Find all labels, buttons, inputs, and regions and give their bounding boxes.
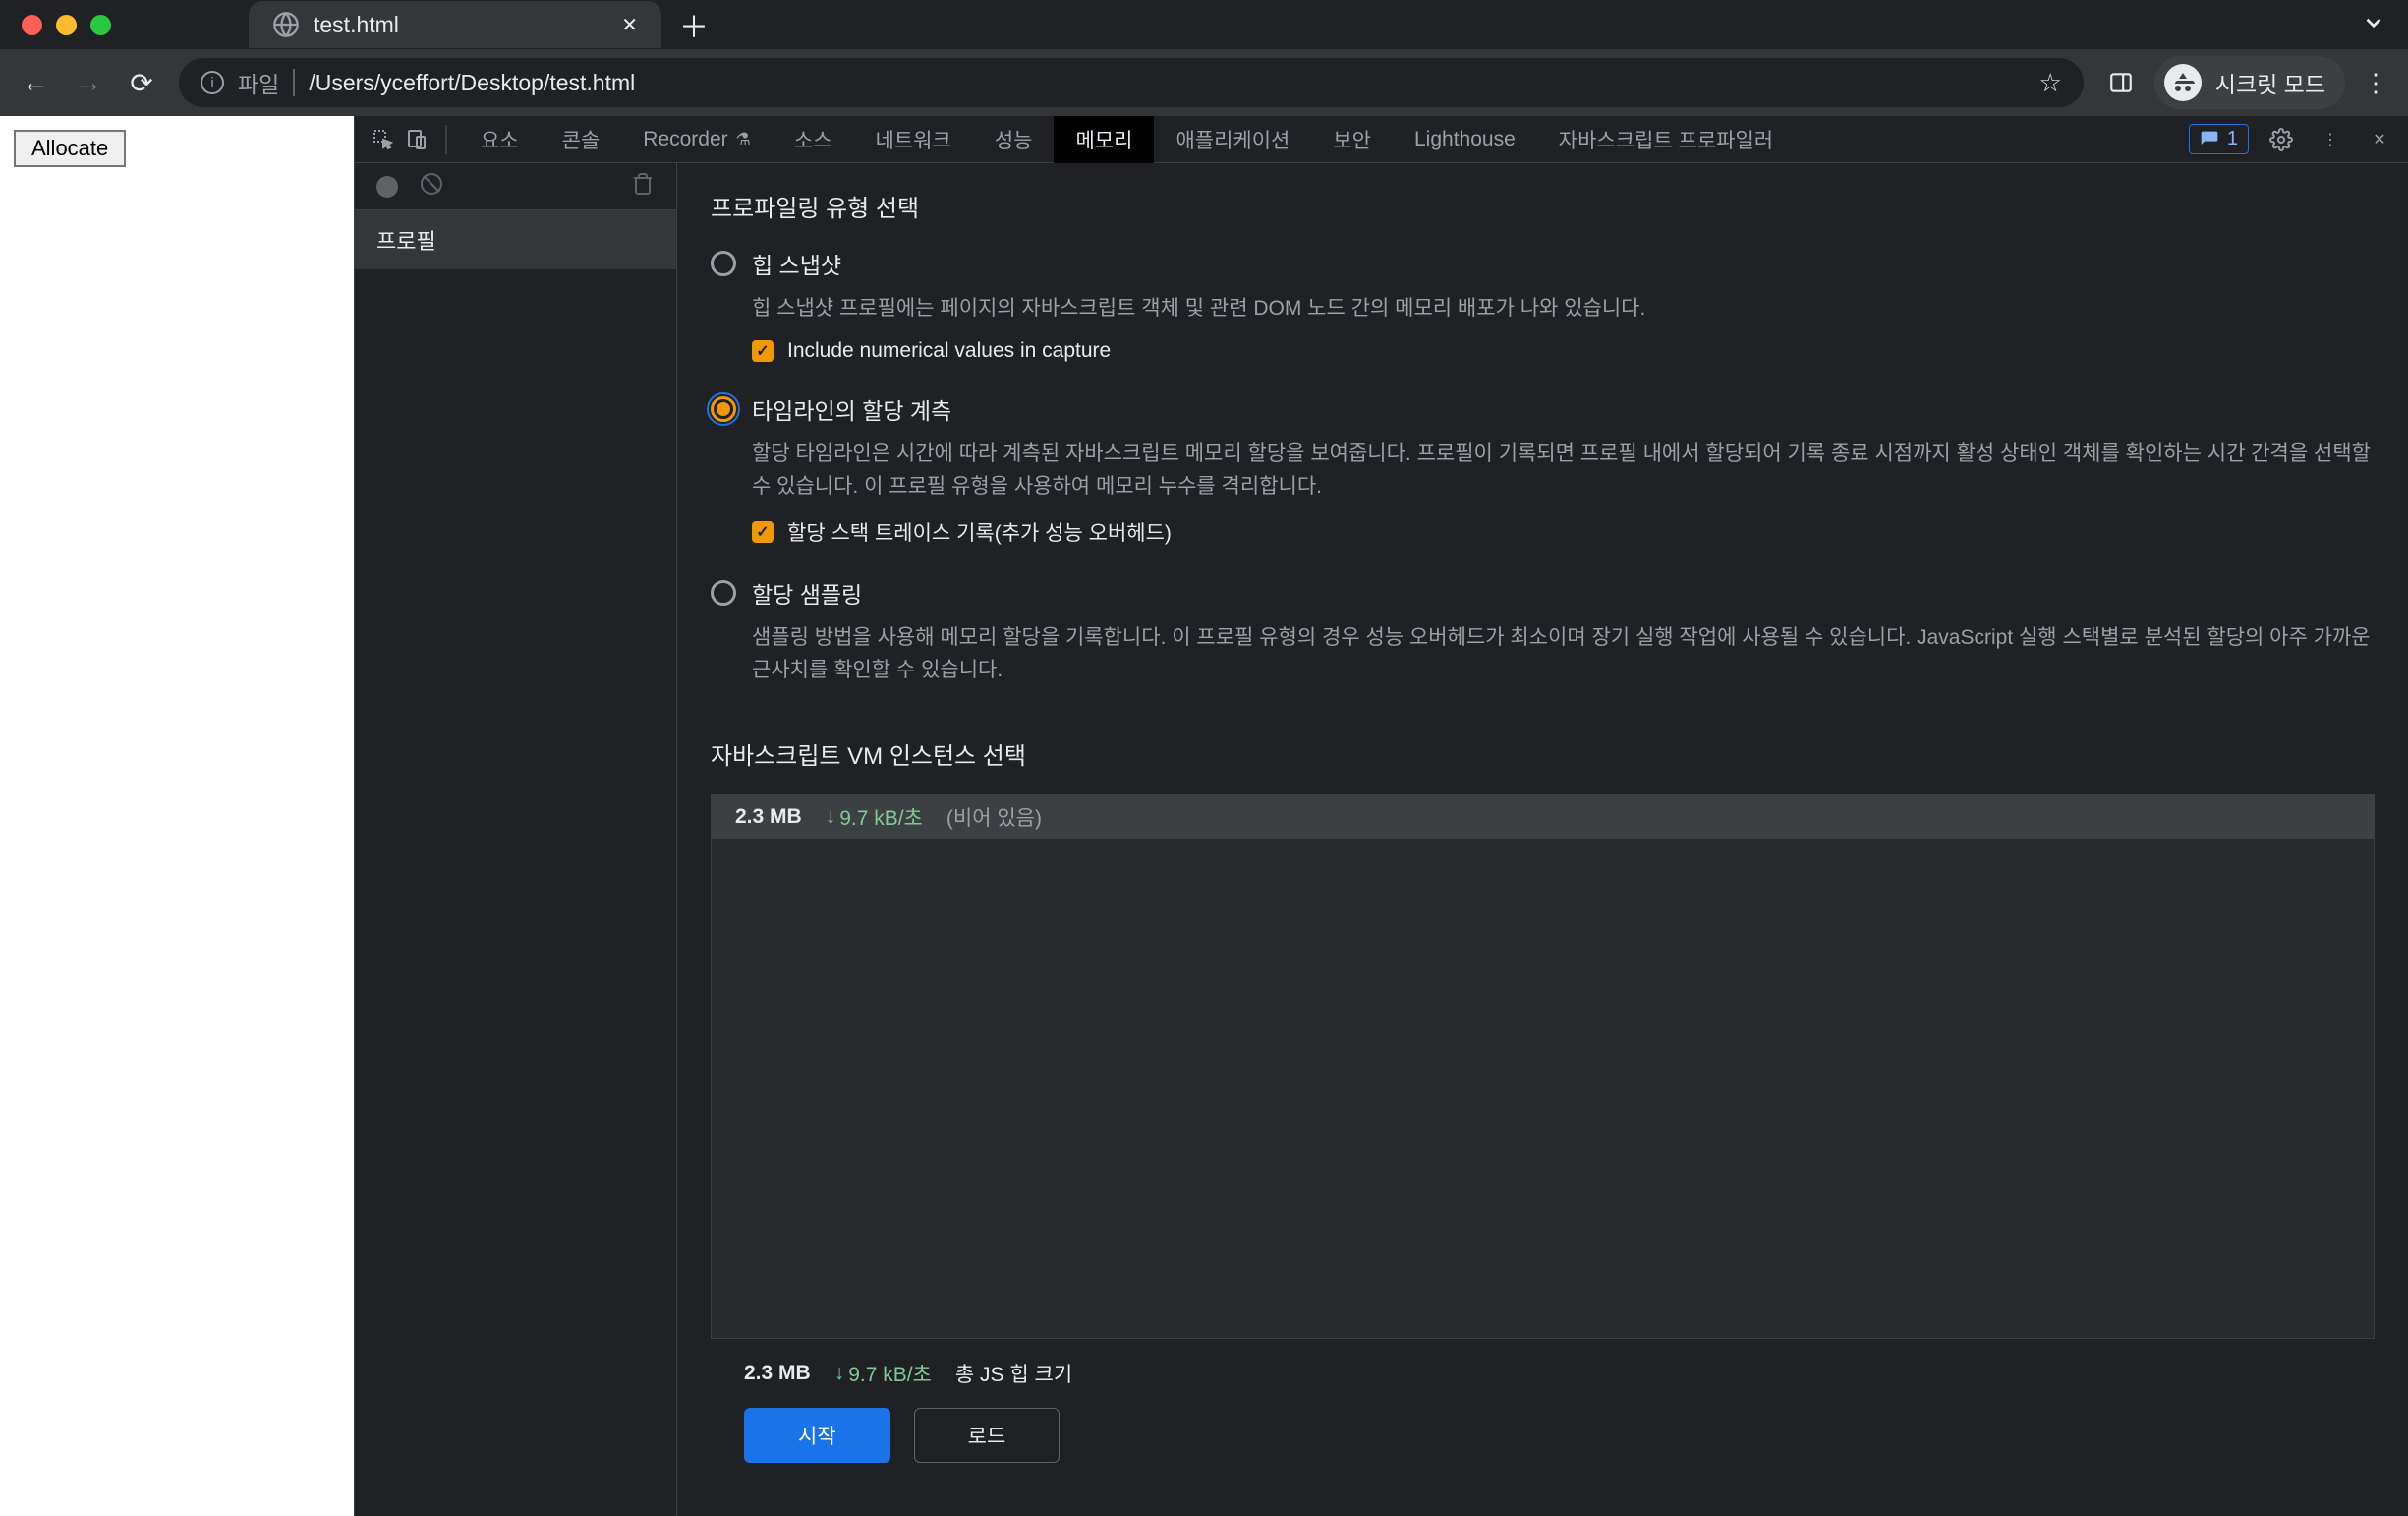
vm-rate: ↓9.7 kB/초 xyxy=(826,802,923,832)
vm-memory: 2.3 MB xyxy=(735,805,802,829)
tabs-dropdown-icon[interactable] xyxy=(2361,10,2386,40)
page-viewport: Allocate xyxy=(0,116,354,1516)
browser-menu-button[interactable]: ⋮ xyxy=(2363,68,2388,98)
close-window-button[interactable] xyxy=(22,15,42,35)
devtools-tabbar: 요소콘솔Recorder⚗소스네트워크성능메모리애플리케이션보안Lighthou… xyxy=(355,116,2408,163)
option-sub-label-0: Include numerical values in capture xyxy=(787,339,1111,363)
start-button[interactable]: 시작 xyxy=(744,1408,890,1463)
reload-button[interactable]: ⟳ xyxy=(126,67,157,98)
minimize-window-button[interactable] xyxy=(56,15,77,35)
option-sub-label-1: 할당 스택 트레이스 기록(추가 성능 오버헤드) xyxy=(787,517,1172,547)
option-label-1: 타임라인의 할당 계측 xyxy=(752,392,951,426)
profiling-option-2: 할당 샘플링 샘플링 방법을 사용해 메모리 할당을 기록합니다. 이 프로필 … xyxy=(711,576,2375,687)
sidebar-item-profile[interactable]: 프로필 xyxy=(355,210,676,269)
divider xyxy=(293,69,295,96)
option-radio-2[interactable] xyxy=(711,580,736,606)
devtools-tab-recorder[interactable]: Recorder⚗ xyxy=(621,116,773,163)
option-radio-0[interactable] xyxy=(711,251,736,276)
record-button[interactable] xyxy=(376,176,398,198)
option-label-2: 할당 샘플링 xyxy=(752,576,862,610)
option-checkbox-0[interactable] xyxy=(752,340,774,362)
panel-icon[interactable] xyxy=(2105,67,2137,98)
devtools-main: 프로파일링 유형 선택 힙 스냅샷 힙 스냅샷 프로필에는 페이지의 자바스크립… xyxy=(677,163,2408,1516)
devtools-tab-소스[interactable]: 소스 xyxy=(773,116,854,163)
total-heap-rate: ↓9.7 kB/초 xyxy=(834,1359,932,1388)
total-heap-memory: 2.3 MB xyxy=(744,1362,811,1385)
devtools-tab-보안[interactable]: 보안 xyxy=(1311,116,1393,163)
address-scheme-label: 파일 xyxy=(238,66,279,99)
incognito-label: 시크릿 모드 xyxy=(2215,66,2325,99)
devtools-tab-메모리[interactable]: 메모리 xyxy=(1054,116,1154,163)
option-radio-1[interactable] xyxy=(711,396,736,422)
option-desc-2: 샘플링 방법을 사용해 메모리 할당을 기록합니다. 이 프로필 유형의 경우 … xyxy=(752,621,2375,687)
option-checkbox-1[interactable] xyxy=(752,521,774,543)
issues-badge[interactable]: 1 xyxy=(2189,124,2249,154)
load-button[interactable]: 로드 xyxy=(914,1408,1061,1463)
profiling-option-0: 힙 스냅샷 힙 스냅샷 프로필에는 페이지의 자바스크립트 객체 및 관련 DO… xyxy=(711,247,2375,363)
devtools-tab-성능[interactable]: 성능 xyxy=(973,116,1055,163)
total-heap-label: 총 JS 힙 크기 xyxy=(955,1359,1072,1388)
option-label-0: 힙 스냅샷 xyxy=(752,247,841,280)
device-mode-icon[interactable] xyxy=(400,123,433,156)
traffic-lights xyxy=(22,15,111,35)
devtools-sidebar: 프로필 xyxy=(355,163,677,1516)
devtools-tab-네트워크[interactable]: 네트워크 xyxy=(854,116,973,163)
back-button[interactable]: ← xyxy=(20,67,51,98)
issues-count: 1 xyxy=(2227,128,2238,150)
incognito-indicator[interactable]: 시크릿 모드 xyxy=(2154,56,2345,109)
vm-instance-title: 자바스크립트 VM 인스턴스 선택 xyxy=(711,736,2375,771)
down-arrow-icon: ↓ xyxy=(834,1362,845,1385)
bookmark-star-icon[interactable]: ☆ xyxy=(2038,68,2061,98)
vm-instance-table: 2.3 MB ↓9.7 kB/초 (비어 있음) xyxy=(711,794,2375,1339)
clear-profiles-icon[interactable] xyxy=(420,172,443,201)
devtools-tab-애플리케이션[interactable]: 애플리케이션 xyxy=(1154,116,1311,163)
devtools-tab-요소[interactable]: 요소 xyxy=(459,116,541,163)
vm-list-empty xyxy=(712,839,2374,1338)
tab-title: test.html xyxy=(314,12,399,38)
maximize-window-button[interactable] xyxy=(90,15,111,35)
devtools-tab-자바스크립트 프로파일러[interactable]: 자바스크립트 프로파일러 xyxy=(1537,116,1795,163)
close-tab-icon[interactable]: ✕ xyxy=(621,13,638,37)
profiling-option-1: 타임라인의 할당 계측 할당 타임라인은 시간에 따라 계측된 자바스크립트 메… xyxy=(711,392,2375,547)
vm-status: (비어 있음) xyxy=(946,802,1042,832)
new-tab-button[interactable]: ＋ xyxy=(679,3,709,46)
heap-footer: 2.3 MB ↓9.7 kB/초 총 JS 힙 크기 xyxy=(711,1339,2375,1408)
profiling-type-title: 프로파일링 유형 선택 xyxy=(711,189,2375,223)
down-arrow-icon: ↓ xyxy=(826,805,836,829)
close-devtools-icon[interactable]: ✕ xyxy=(2363,123,2396,156)
omnibox[interactable]: i 파일 /Users/yceffort/Desktop/test.html ☆ xyxy=(179,58,2084,107)
delete-icon[interactable] xyxy=(631,172,655,201)
browser-tab[interactable]: test.html ✕ xyxy=(249,1,661,48)
address-bar: ← → ⟳ i 파일 /Users/yceffort/Desktop/test.… xyxy=(0,49,2408,116)
vm-instance-row[interactable]: 2.3 MB ↓9.7 kB/초 (비어 있음) xyxy=(712,795,2374,839)
option-desc-1: 할당 타임라인은 시간에 따라 계측된 자바스크립트 메모리 할당을 보여줍니다… xyxy=(752,437,2375,503)
info-icon[interactable]: i xyxy=(201,71,224,94)
incognito-icon xyxy=(2164,64,2202,101)
address-path: /Users/yceffort/Desktop/test.html xyxy=(309,70,635,96)
devtools-panel: 요소콘솔Recorder⚗소스네트워크성능메모리애플리케이션보안Lighthou… xyxy=(354,116,2408,1516)
more-options-icon[interactable]: ⋮ xyxy=(2314,123,2347,156)
forward-button[interactable]: → xyxy=(73,67,104,98)
allocate-button[interactable]: Allocate xyxy=(14,130,126,167)
inspect-element-icon[interactable] xyxy=(367,123,400,156)
window-titlebar: test.html ✕ ＋ xyxy=(0,0,2408,49)
settings-gear-icon[interactable] xyxy=(2265,123,2298,156)
devtools-tab-콘솔[interactable]: 콘솔 xyxy=(541,116,622,163)
globe-icon xyxy=(272,11,300,38)
option-desc-0: 힙 스냅샷 프로필에는 페이지의 자바스크립트 객체 및 관련 DOM 노드 간… xyxy=(752,292,2375,325)
devtools-tab-lighthouse[interactable]: Lighthouse xyxy=(1393,116,1537,163)
profile-toolbar xyxy=(355,163,676,210)
